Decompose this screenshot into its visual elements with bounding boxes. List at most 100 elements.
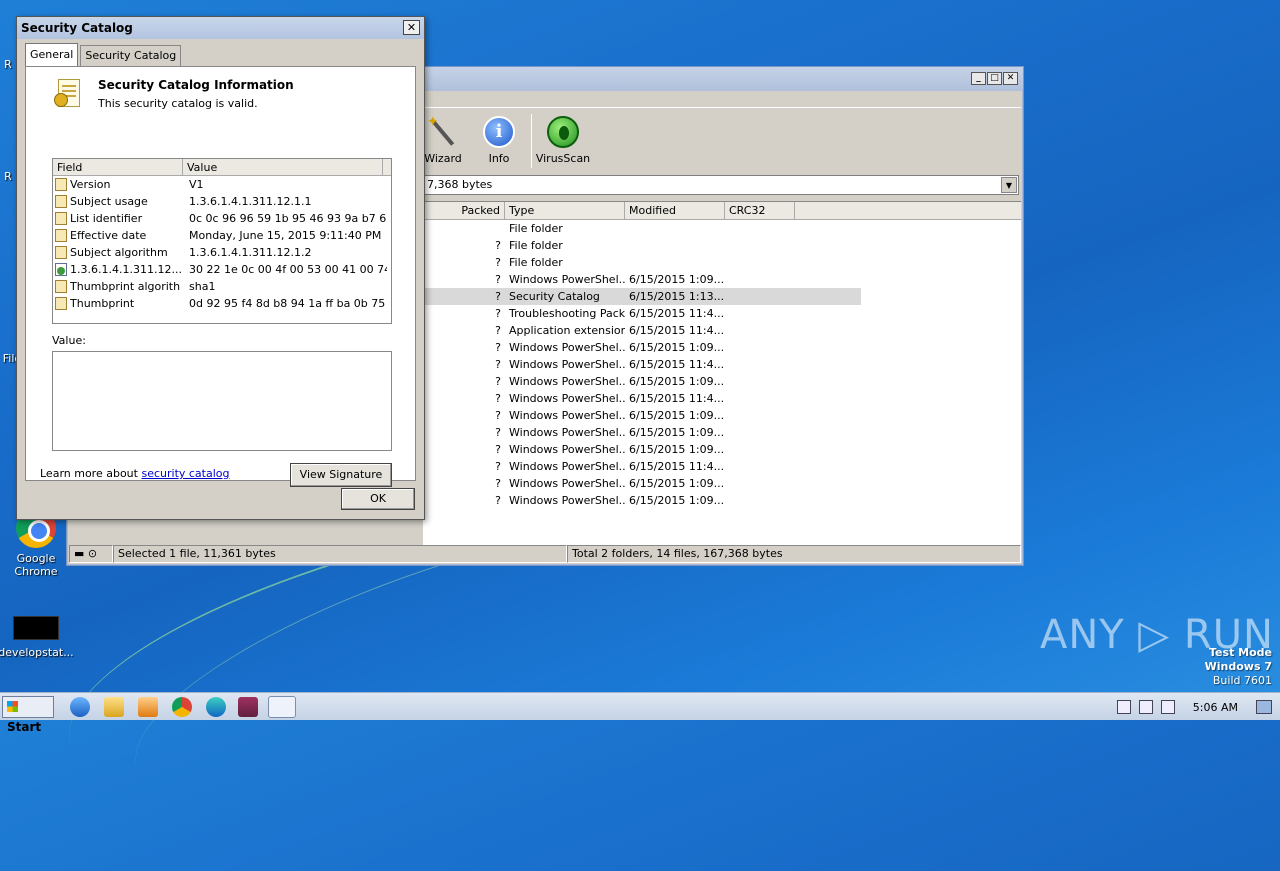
- field-cell: Subject algorithm: [53, 244, 181, 261]
- view-signature-button[interactable]: View Signature: [290, 463, 392, 487]
- volume-icon[interactable]: [1116, 700, 1131, 714]
- test-mode-watermark: Test Mode Windows 7 Build 7601: [1204, 646, 1272, 687]
- internet-explorer-icon[interactable]: [70, 697, 90, 717]
- cell-packed: ?: [495, 375, 501, 388]
- security-catalog-icon: [54, 79, 82, 111]
- dialog-titlebar[interactable]: Security Catalog ✕: [17, 17, 424, 39]
- cell-packed: ?: [495, 273, 501, 286]
- property-icon: [55, 195, 67, 208]
- cell-packed: ?: [495, 290, 501, 303]
- tab-general[interactable]: General: [25, 43, 79, 66]
- field-row[interactable]: 1.3.6.1.4.1.311.12... 30 22 1e 0c 00 4f 0…: [53, 261, 391, 278]
- table-row[interactable]: ? Windows PowerShel... 6/15/2015 1:09...: [423, 339, 1021, 356]
- security-catalog-dialog: Security Catalog ✕ General Security Cata…: [16, 16, 425, 520]
- virusscan-button[interactable]: VirusScan: [533, 116, 593, 165]
- field-name: Subject usage: [70, 195, 148, 208]
- column-header-modified[interactable]: Modified: [625, 202, 725, 220]
- field-value: 0d 92 95 f4 8d b8 94 1a ff ba 0b 75 ...: [189, 297, 387, 310]
- field-row[interactable]: Subject usage 1.3.6.1.4.1.311.12.1.1: [53, 193, 391, 210]
- table-row[interactable]: File folder: [423, 220, 1021, 237]
- cell-type: Security Catalog: [509, 290, 600, 303]
- cell-type: Windows PowerShel...: [509, 273, 625, 286]
- field-name: Thumbprint algorithm: [70, 280, 181, 293]
- field-value: sha1: [189, 280, 216, 293]
- system-tray: 5:06 AM: [1116, 693, 1280, 721]
- table-row[interactable]: ? Windows PowerShel... 6/15/2015 11:4...: [423, 390, 1021, 407]
- maximize-button[interactable]: □: [987, 72, 1002, 85]
- info-subtitle: This security catalog is valid.: [98, 97, 258, 110]
- table-row[interactable]: ? Windows PowerShel... 6/15/2015 1:09...: [423, 441, 1021, 458]
- table-row[interactable]: ? Security Catalog 6/15/2015 1:13...: [423, 288, 861, 305]
- field-value: V1: [189, 178, 204, 191]
- table-row[interactable]: ? File folder: [423, 254, 1021, 271]
- network-icon[interactable]: [1138, 700, 1153, 714]
- column-header-crc32[interactable]: CRC32: [725, 202, 795, 220]
- field-row[interactable]: Effective date Monday, June 15, 2015 9:11…: [53, 227, 391, 244]
- cell-modified: [625, 254, 725, 271]
- cell-modified: 6/15/2015 11:4...: [629, 358, 725, 371]
- action-center-flag-icon[interactable]: [1160, 700, 1175, 714]
- dropdown-arrow-icon[interactable]: ▼: [1001, 177, 1017, 193]
- archiver-icon[interactable]: [238, 697, 258, 717]
- cell-type: Windows PowerShel...: [509, 392, 625, 405]
- value-textbox[interactable]: [52, 351, 392, 451]
- close-button[interactable]: ✕: [1003, 72, 1018, 85]
- field-row[interactable]: Thumbprint 0d 92 95 f4 8d b8 94 1a ff ba …: [53, 295, 391, 312]
- table-row[interactable]: ? Windows PowerShel... 6/15/2015 1:09...: [423, 475, 1021, 492]
- field-row[interactable]: Subject algorithm 1.3.6.1.4.1.311.12.1.2: [53, 244, 391, 261]
- active-window-task[interactable]: [268, 696, 296, 718]
- field-name: List identifier: [70, 212, 143, 225]
- minimize-button[interactable]: _: [971, 72, 986, 85]
- edge-icon[interactable]: [206, 697, 226, 717]
- file-list-header: Packed Type Modified CRC32: [423, 202, 1021, 220]
- table-row[interactable]: ? Windows PowerShel... 6/15/2015 1:09...: [423, 373, 1021, 390]
- cell-modified: 6/15/2015 1:09...: [629, 494, 725, 507]
- table-row[interactable]: ? Windows PowerShel... 6/15/2015 11:4...: [423, 458, 1021, 475]
- close-button[interactable]: ✕: [403, 20, 420, 35]
- start-button[interactable]: Start: [2, 696, 54, 734]
- chrome-taskbar-icon[interactable]: [172, 697, 192, 717]
- cell-modified: [625, 237, 725, 254]
- table-row[interactable]: ? Windows PowerShel... 6/15/2015 11:4...: [423, 356, 1021, 373]
- learn-more-text: Learn more about security catalog: [40, 467, 230, 480]
- extension-icon: [55, 263, 67, 276]
- column-header-field[interactable]: Field: [53, 159, 183, 176]
- windows-logo-icon: [7, 701, 18, 712]
- table-row[interactable]: ? Windows PowerShel... 6/15/2015 1:09...: [423, 424, 1021, 441]
- media-player-icon[interactable]: [138, 697, 158, 717]
- property-icon: [55, 246, 67, 259]
- status-icons: ▬ ⊙: [69, 545, 113, 563]
- table-row[interactable]: ? Windows PowerShel... 6/15/2015 1:09...: [423, 271, 1021, 288]
- path-value: 7,368 bytes: [427, 178, 493, 191]
- tab-security-catalog[interactable]: Security Catalog: [80, 45, 182, 66]
- cell-modified: 6/15/2015 11:4...: [629, 392, 725, 405]
- field-row[interactable]: Version V1: [53, 176, 391, 193]
- table-row[interactable]: ? Troubleshooting Pack 6/15/2015 11:4...: [423, 305, 1021, 322]
- table-row[interactable]: ? Windows PowerShel... 6/15/2015 1:09...: [423, 492, 1021, 509]
- clock[interactable]: 5:06 AM: [1183, 701, 1248, 714]
- cell-packed: ?: [495, 307, 501, 320]
- explorer-folder-icon[interactable]: [104, 697, 124, 717]
- column-header-type[interactable]: Type: [505, 202, 625, 220]
- field-row[interactable]: List identifier 0c 0c 96 96 59 1b 95 46 9…: [53, 210, 391, 227]
- table-row[interactable]: ? File folder: [423, 237, 1021, 254]
- ok-button[interactable]: OK: [341, 488, 415, 510]
- show-desktop-icon[interactable]: [1256, 700, 1272, 714]
- table-row[interactable]: ? Application extension 6/15/2015 11:4...: [423, 322, 1021, 339]
- column-header-packed[interactable]: Packed: [423, 202, 505, 220]
- cell-packed: [423, 220, 505, 237]
- desktop-icon-developstat[interactable]: developstat...: [0, 616, 76, 659]
- security-catalog-link[interactable]: security catalog: [141, 467, 229, 480]
- file-thumbnail-icon: [13, 616, 59, 640]
- cell-packed: ?: [495, 358, 501, 371]
- cell-type: Windows PowerShel...: [509, 426, 625, 439]
- cell-type: File folder: [509, 239, 563, 252]
- info-button[interactable]: i Info: [469, 116, 529, 165]
- dialog-title: Security Catalog: [21, 21, 133, 35]
- file-list-rows: File folder? File folder? File folder? Wind…: [423, 220, 1021, 509]
- column-header-value[interactable]: Value: [183, 159, 383, 176]
- property-icon: [55, 178, 67, 191]
- path-combobox[interactable]: 7,368 bytes ▼: [423, 175, 1019, 195]
- table-row[interactable]: ? Windows PowerShel... 6/15/2015 1:09...: [423, 407, 1021, 424]
- field-row[interactable]: Thumbprint algorithm sha1: [53, 278, 391, 295]
